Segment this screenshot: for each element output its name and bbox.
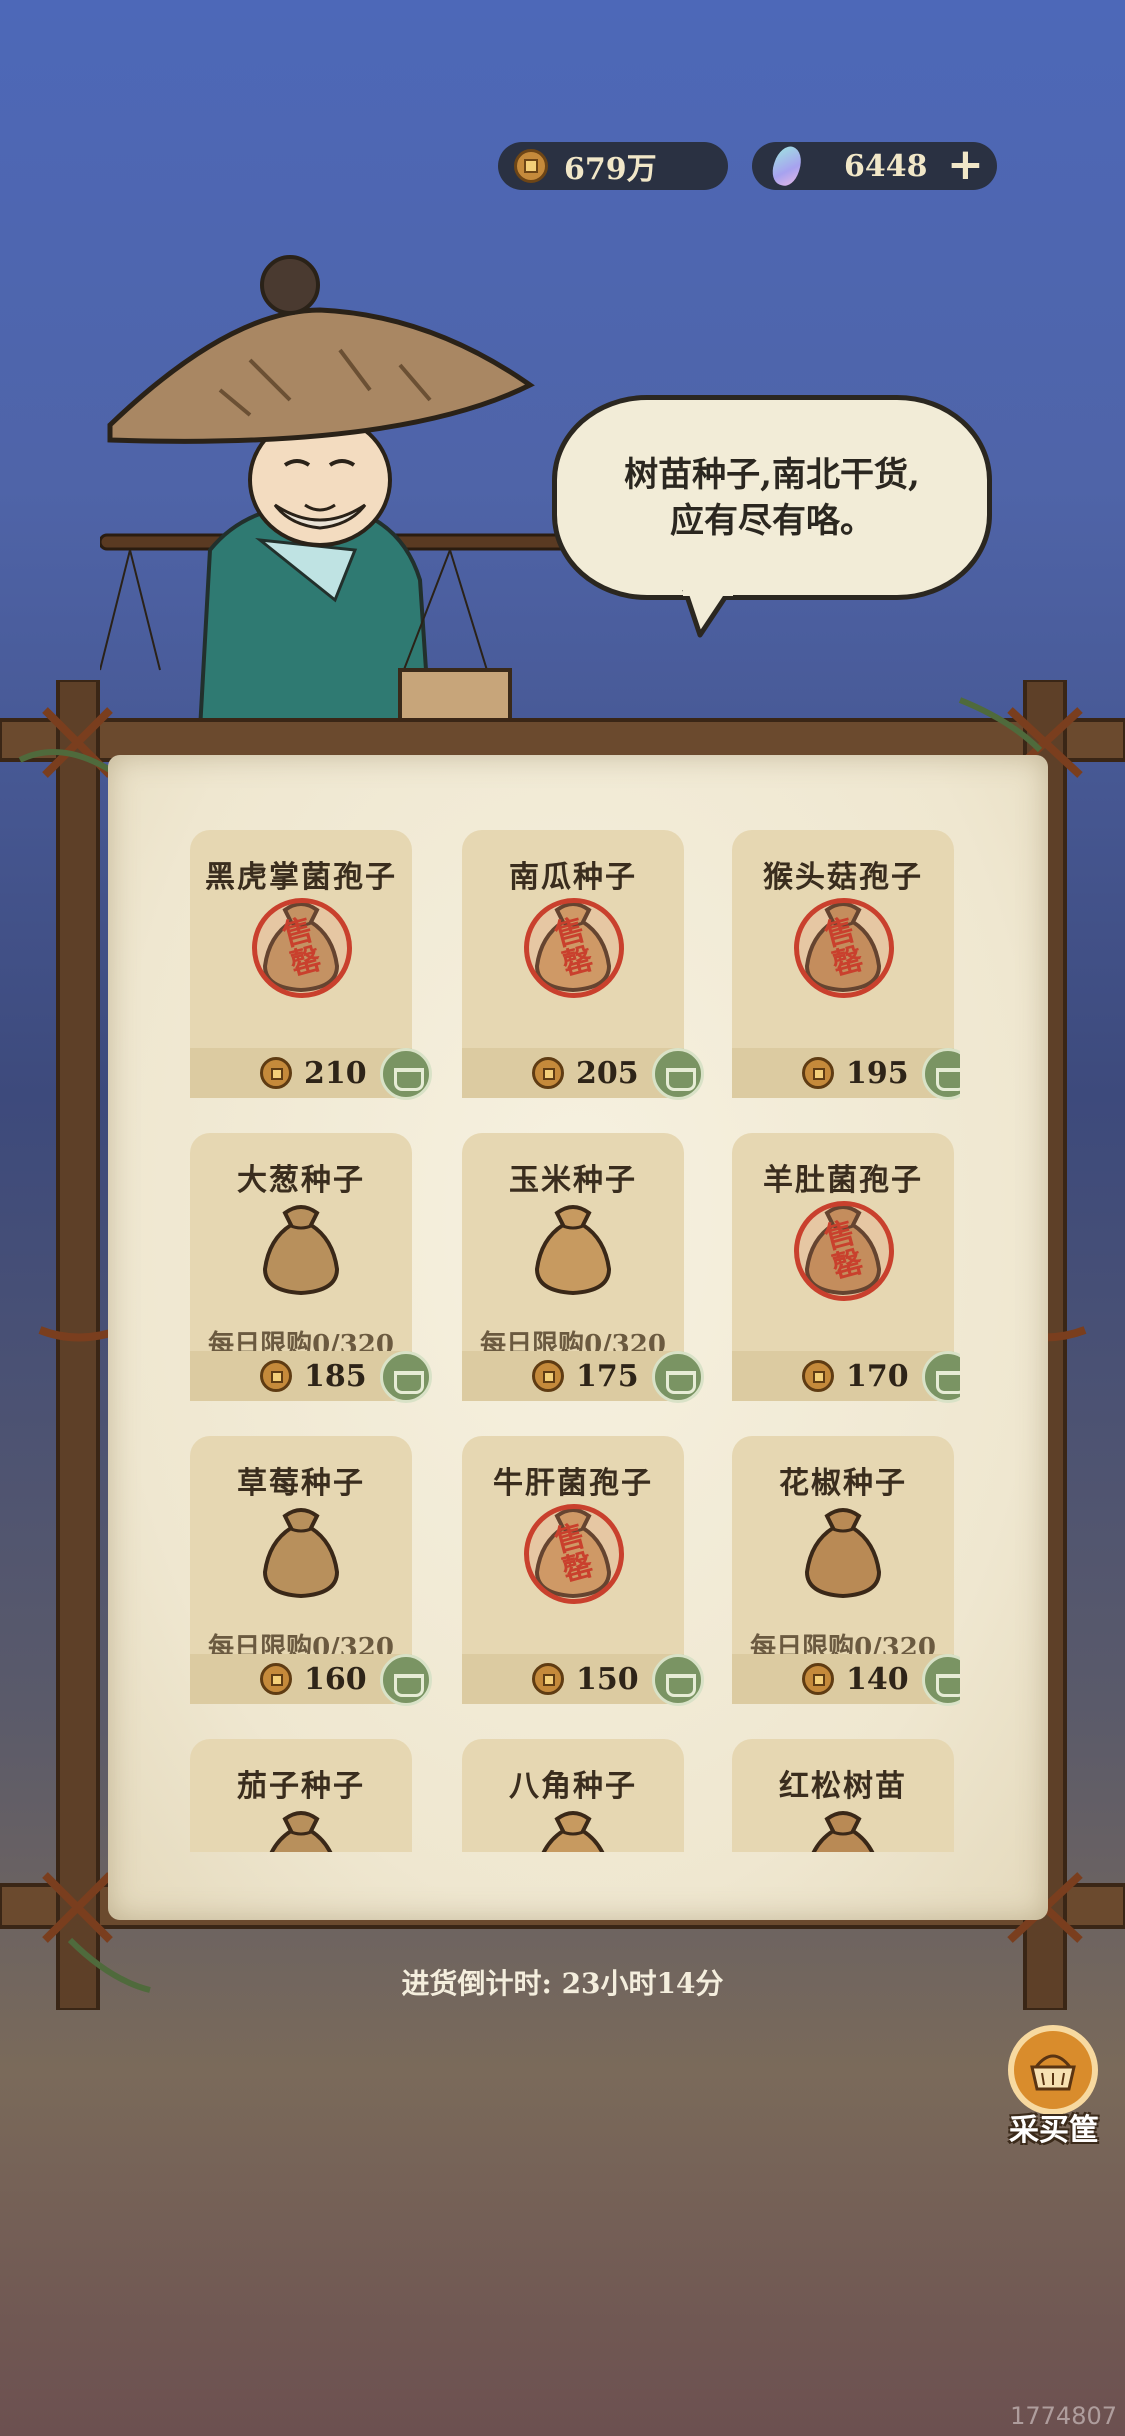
price-row: 160 — [190, 1654, 432, 1706]
seed-bag-icon — [804, 1508, 882, 1599]
coin-icon — [802, 1663, 834, 1695]
add-to-basket-button[interactable] — [652, 1048, 704, 1100]
coin-icon — [260, 1057, 292, 1089]
add-to-basket-button[interactable] — [922, 1654, 960, 1706]
sold-out-stamp-char: 罄 — [828, 1244, 867, 1286]
restock-timer: 进货倒计时: 23小时14分 — [401, 1967, 724, 2000]
shop-item-card[interactable]: 大葱种子 每日限购0/320 185 — [190, 1133, 432, 1403]
item-price: 195 — [846, 1056, 909, 1091]
add-to-basket-button[interactable] — [380, 1048, 432, 1100]
sold-out-stamp-char: 罄 — [558, 941, 597, 983]
coin-icon — [260, 1663, 292, 1695]
price-row: 170 — [732, 1351, 960, 1403]
add-to-basket-button[interactable] — [922, 1351, 960, 1403]
sold-out-stamp-char: 罄 — [828, 941, 867, 983]
sold-out-stamp-char: 罄 — [558, 1547, 597, 1589]
shop-item-card[interactable]: 黑虎掌菌孢子售罄 210 — [190, 830, 432, 1100]
shopping-basket-label: 采买筐 — [1009, 2113, 1099, 2148]
merchant-character — [100, 255, 570, 730]
seed-bag-icon — [541, 1811, 605, 1852]
add-to-basket-button[interactable] — [380, 1654, 432, 1706]
coin-icon — [260, 1360, 292, 1392]
item-price: 205 — [576, 1056, 639, 1091]
item-price: 175 — [576, 1359, 639, 1394]
item-price: 210 — [304, 1056, 367, 1091]
basket-icon — [1030, 2054, 1076, 2091]
gem-icon — [768, 142, 806, 190]
item-price: 140 — [846, 1662, 909, 1697]
add-to-basket-button[interactable] — [652, 1351, 704, 1403]
price-row: 195 — [732, 1048, 960, 1100]
price-row: 150 — [462, 1654, 704, 1706]
shop-item-card[interactable]: 茄子种子 — [190, 1739, 412, 1852]
add-to-basket-button[interactable] — [652, 1654, 704, 1706]
coin-balance: 679万 — [498, 142, 728, 190]
coin-icon — [532, 1360, 564, 1392]
coin-icon — [532, 1057, 564, 1089]
build-id: 1774807 — [1010, 2402, 1117, 2430]
shop-item-card[interactable]: 南瓜种子售罄 205 — [462, 830, 704, 1100]
seed-bag-icon — [811, 1811, 875, 1852]
shop-item-card[interactable]: 八角种子 — [462, 1739, 684, 1852]
shop-item-card[interactable]: 猴头菇孢子售罄 195 — [732, 830, 960, 1100]
shop-item-grid[interactable]: 黑虎掌菌孢子售罄 210 南瓜种子售罄 205 猴头菇孢子售罄 195 大葱种子 每日限购0/… — [190, 820, 960, 1852]
price-row: 210 — [190, 1048, 432, 1100]
price-row: 205 — [462, 1048, 704, 1100]
seed-bag-icon — [269, 1811, 333, 1852]
coin-icon — [802, 1057, 834, 1089]
coin-icon — [532, 1663, 564, 1695]
coin-icon — [514, 149, 548, 183]
seed-bag-icon — [262, 1508, 340, 1599]
shop-item-card[interactable]: 牛肝菌孢子售罄 150 — [462, 1436, 704, 1706]
shop-item-card[interactable]: 羊肚菌孢子售罄 170 — [732, 1133, 960, 1403]
sold-out-stamp-char: 罄 — [286, 941, 325, 983]
speech-line-2: 应有尽有咯。 — [670, 500, 874, 541]
item-price: 150 — [576, 1662, 639, 1697]
shopping-basket-button[interactable] — [1008, 2025, 1098, 2115]
add-to-basket-button[interactable] — [922, 1048, 960, 1100]
speech-bubble-tail — [682, 590, 733, 638]
coin-amount: 679万 — [564, 152, 657, 187]
price-row: 185 — [190, 1351, 432, 1403]
item-price: 170 — [846, 1359, 909, 1394]
shop-item-card[interactable]: 玉米种子 每日限购0/320 175 — [462, 1133, 704, 1403]
add-gems-button[interactable]: + — [947, 143, 984, 187]
add-to-basket-button[interactable] — [380, 1351, 432, 1403]
merchant-speech-bubble: 树苗种子,南北干货, 应有尽有咯。 — [552, 395, 992, 600]
coin-icon — [802, 1360, 834, 1392]
seed-bag-icon — [534, 1205, 612, 1296]
shop-item-card[interactable]: 红松树苗 — [732, 1739, 954, 1852]
speech-line-1: 树苗种子,南北干货, — [624, 454, 920, 495]
shop-item-card[interactable]: 花椒种子 每日限购0/320 140 — [732, 1436, 960, 1706]
item-price: 185 — [304, 1359, 367, 1394]
seed-bag-icon — [262, 1205, 340, 1296]
gem-amount: 6448 — [844, 148, 928, 184]
gem-balance: 6448 + — [752, 142, 997, 190]
shop-item-card[interactable]: 草莓种子 每日限购0/320 160 — [190, 1436, 432, 1706]
price-row: 175 — [462, 1351, 704, 1403]
item-price: 160 — [304, 1662, 367, 1697]
price-row: 140 — [732, 1654, 960, 1706]
